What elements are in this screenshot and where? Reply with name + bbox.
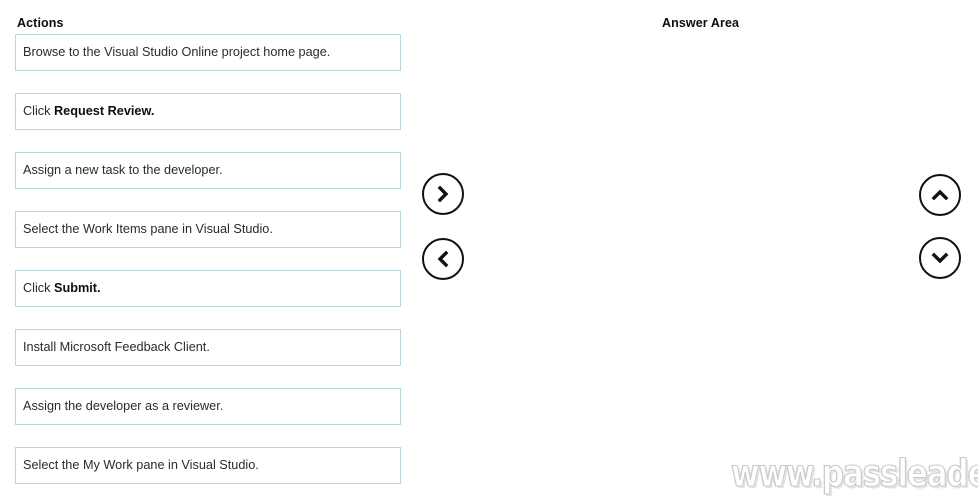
action-item[interactable]: Assign the developer as a reviewer. [15,388,401,425]
answer-area-header: Answer Area [662,16,740,30]
move-right-button[interactable] [422,173,464,215]
action-item[interactable]: Install Microsoft Feedback Client. [15,329,401,366]
action-item-label: Select the Work Items pane in Visual Stu… [23,222,273,236]
move-left-button[interactable] [422,238,464,280]
action-item-label: Assign a new task to the developer. [23,163,223,177]
chevron-left-icon [433,249,453,269]
move-down-button[interactable] [919,237,961,279]
chevron-up-icon [930,185,950,205]
actions-column-header: Actions [17,16,64,30]
answer-area-dropzone[interactable] [500,34,886,474]
action-item[interactable]: Assign a new task to the developer. [15,152,401,189]
actions-list: Browse to the Visual Studio Online proje… [15,34,401,484]
action-item[interactable]: Select the Work Items pane in Visual Stu… [15,211,401,248]
action-item[interactable]: Select the My Work pane in Visual Studio… [15,447,401,484]
move-up-button[interactable] [919,174,961,216]
action-item-label: Browse to the Visual Studio Online proje… [23,45,331,59]
action-item-label: Assign the developer as a reviewer. [23,399,224,413]
action-item[interactable]: Click Request Review. [15,93,401,130]
action-item-label: Select the My Work pane in Visual Studio… [23,458,259,472]
chevron-right-icon [433,184,453,204]
action-item-label: Install Microsoft Feedback Client. [23,340,210,354]
action-item-label: Click Submit. [23,281,101,295]
action-item[interactable]: Click Submit. [15,270,401,307]
chevron-down-icon [930,248,950,268]
action-item[interactable]: Browse to the Visual Studio Online proje… [15,34,401,71]
action-item-label: Click Request Review. [23,104,155,118]
